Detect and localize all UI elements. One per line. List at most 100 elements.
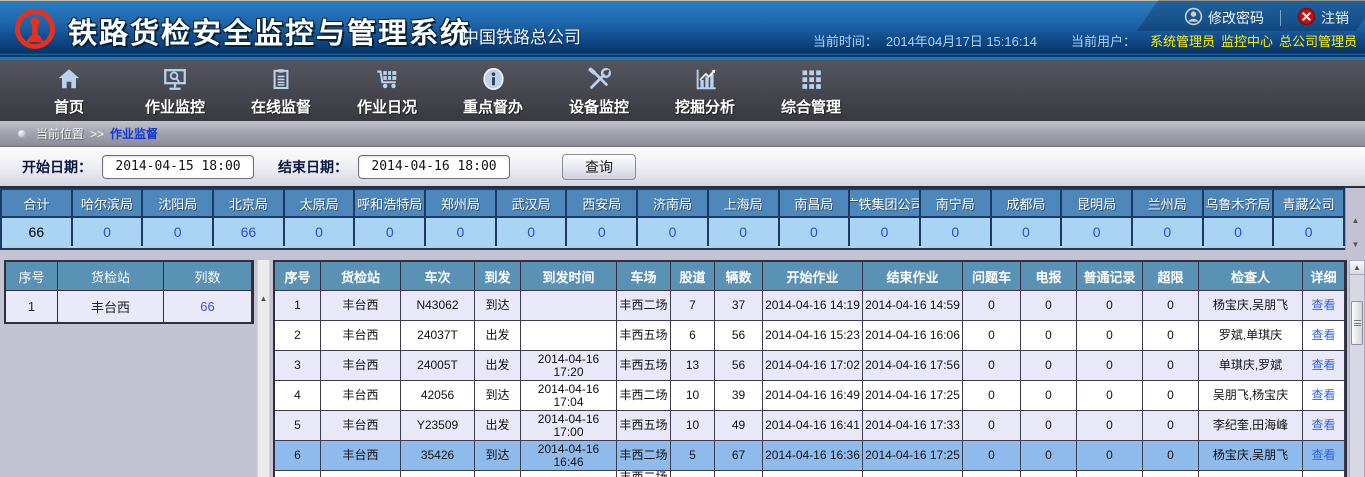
work-cell: 24037T (401, 320, 475, 350)
start-date-label: 开始日期： (22, 157, 92, 177)
summary-value[interactable]: 0 (73, 216, 144, 246)
user-role[interactable]: 系统管理员 (1150, 34, 1215, 49)
nav-item-label: 重点督办 (463, 96, 523, 117)
banner-status: 当前时间： 2014年04月17日 15:16:14 当前用户： 系统管理员监控… (813, 31, 1357, 50)
nav-item-首页[interactable]: 首页 (16, 60, 122, 121)
work-cell: 67 (715, 440, 763, 470)
change-password-link[interactable]: 修改密码 (1184, 7, 1264, 29)
work-row[interactable]: 4丰台西42056到达2014-04-16 17:04丰西二场10392014-… (275, 380, 1345, 410)
summary-value[interactable]: 0 (1133, 216, 1204, 246)
work-cell: 0 (1021, 350, 1077, 380)
view-detail-link[interactable]: 查看 (1303, 290, 1345, 320)
work-cell: 0 (963, 440, 1021, 470)
logout-link[interactable]: 注销 (1297, 7, 1349, 29)
work-cell: 39 (715, 380, 763, 410)
summary-value[interactable]: 0 (1204, 216, 1275, 246)
work-row[interactable]: 5丰台西Y23509出发2014-04-16 17:00丰西五场10492014… (275, 410, 1345, 440)
work-table-scrollbar[interactable]: ▲ (1349, 260, 1365, 477)
summary-scrollbar[interactable]: ▲ ▼ (1345, 188, 1365, 250)
summary-col-header: 合计 (2, 190, 73, 216)
work-cell: 2014-04-16 17:33 (863, 410, 963, 440)
summary-value[interactable]: 0 (638, 216, 709, 246)
summary-value[interactable]: 0 (709, 216, 780, 246)
nav-item-作业日况[interactable]: 作业日况 (334, 60, 440, 121)
work-cell: 37 (715, 290, 763, 320)
work-row-partial: 丰西二场 (275, 470, 1345, 477)
scroll-up-icon[interactable]: ▲ (1350, 261, 1364, 275)
page-title: 铁路货检安全监控与管理系统 (68, 10, 471, 52)
summary-value[interactable]: 0 (850, 216, 921, 246)
bureau-summary-header-row: 合计哈尔滨局沈阳局北京局太原局呼和浩特局郑州局武汉局西安局济南局上海局南昌局广铁… (2, 190, 1345, 216)
summary-col-header: 成都局 (992, 190, 1063, 216)
work-cell: 到达 (475, 440, 521, 470)
work-cell (1303, 470, 1345, 477)
work-table-header: 序号货检站车次到发到发时间车场股道辆数开始作业结束作业问题车电报普通记录超限检查… (275, 262, 1345, 290)
work-cell (521, 320, 617, 350)
scroll-up-icon[interactable]: ▲ (260, 294, 268, 304)
summary-value[interactable]: 0 (497, 216, 568, 246)
station-train-count-link[interactable]: 66 (164, 290, 252, 322)
scrollbar-thumb[interactable] (1351, 301, 1363, 345)
nav-item-在线监督[interactable]: 在线监督 (228, 60, 334, 121)
work-cell (401, 470, 475, 477)
work-row[interactable]: 3丰台西24005T出发2014-04-16 17:20丰西五场13562014… (275, 350, 1345, 380)
breadcrumb-current[interactable]: 作业监督 (110, 125, 158, 142)
work-row[interactable]: 6丰台西35426到达2014-04-16 16:46丰西二场5672014-0… (275, 440, 1345, 470)
scroll-up-icon[interactable]: ▲ (1352, 216, 1360, 226)
summary-value[interactable]: 0 (355, 216, 426, 246)
station-row[interactable]: 1丰台西66 (6, 290, 252, 322)
work-cell: 56 (715, 320, 763, 350)
summary-value[interactable]: 0 (1274, 216, 1345, 246)
scroll-down-icon[interactable]: ▼ (1352, 240, 1360, 250)
user-role[interactable]: 总公司管理员 (1279, 34, 1357, 49)
work-cell (321, 470, 401, 477)
nav-item-label: 挖掘分析 (675, 96, 735, 117)
work-row[interactable]: 2丰台西24037T出发丰西五场6562014-04-16 15:232014-… (275, 320, 1345, 350)
end-date-input[interactable] (358, 155, 510, 179)
work-cell (521, 470, 617, 477)
work-cell: 杨宝庆,吴朋飞 (1199, 440, 1303, 470)
work-col-header: 序号 (275, 262, 321, 290)
summary-value[interactable]: 0 (143, 216, 214, 246)
view-detail-link[interactable]: 查看 (1303, 320, 1345, 350)
summary-value[interactable]: 0 (992, 216, 1063, 246)
work-row[interactable]: 1丰台西N43062到达丰西二场7372014-04-16 14:192014-… (275, 290, 1345, 320)
nav-item-作业监控[interactable]: 作业监控 (122, 60, 228, 121)
work-cell: 0 (1021, 320, 1077, 350)
summary-value[interactable]: 66 (214, 216, 285, 246)
work-cell: 丰西五场 (617, 350, 671, 380)
nav-item-挖掘分析[interactable]: 挖掘分析 (652, 60, 758, 121)
start-date-input[interactable] (102, 155, 254, 179)
station-scrollbar[interactable]: ▲ (257, 260, 270, 477)
work-cell: N43062 (401, 290, 475, 320)
work-cell: 单琪庆,罗斌 (1199, 350, 1303, 380)
work-cell: 2014-04-16 15:23 (763, 320, 863, 350)
work-col-header: 结束作业 (863, 262, 963, 290)
work-col-header: 到发时间 (521, 262, 617, 290)
work-cell: 0 (963, 410, 1021, 440)
user-role[interactable]: 监控中心 (1221, 34, 1273, 49)
work-cell (1077, 470, 1143, 477)
summary-value[interactable]: 0 (567, 216, 638, 246)
summary-value[interactable]: 0 (426, 216, 497, 246)
nav-item-综合管理[interactable]: 综合管理 (758, 60, 864, 121)
query-button[interactable]: 查询 (562, 154, 636, 180)
nav-item-重点督办[interactable]: 重点督办 (440, 60, 546, 121)
summary-value[interactable]: 0 (921, 216, 992, 246)
summary-col-header: 呼和浩特局 (355, 190, 426, 216)
work-cell: 罗斌,单琪庆 (1199, 320, 1303, 350)
summary-col-header: 济南局 (638, 190, 709, 216)
view-detail-link[interactable]: 查看 (1303, 350, 1345, 380)
view-detail-link[interactable]: 查看 (1303, 410, 1345, 440)
view-detail-link[interactable]: 查看 (1303, 440, 1345, 470)
work-cell: 吴朋飞,杨宝庆 (1199, 380, 1303, 410)
summary-value[interactable]: 0 (1062, 216, 1133, 246)
current-time-label: 当前时间： (813, 31, 878, 50)
station-col-header: 列数 (164, 262, 252, 290)
nav-item-设备监控[interactable]: 设备监控 (546, 60, 652, 121)
view-detail-link[interactable]: 查看 (1303, 380, 1345, 410)
work-cell: 0 (1143, 320, 1199, 350)
station-table-body: 1丰台西66 (6, 290, 252, 322)
summary-value[interactable]: 0 (285, 216, 356, 246)
summary-value[interactable]: 0 (780, 216, 851, 246)
